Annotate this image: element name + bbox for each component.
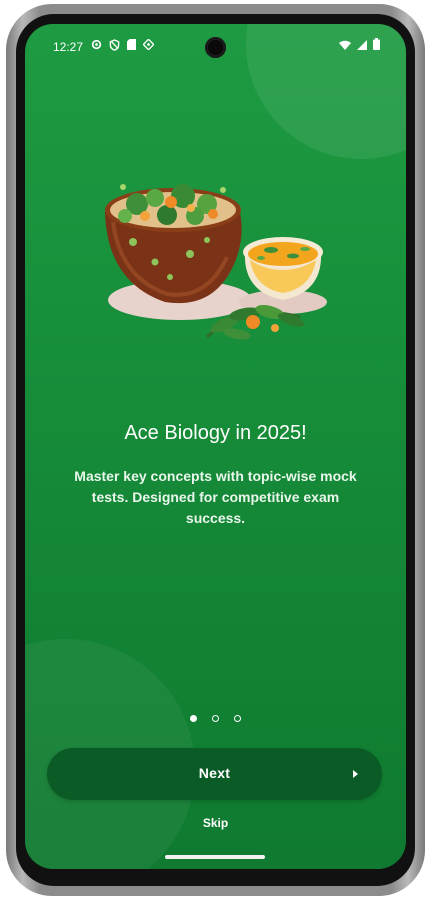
- page-dot[interactable]: [190, 715, 197, 722]
- wifi-icon: [339, 39, 351, 53]
- front-camera: [205, 37, 226, 58]
- onboarding-title: Ace Biology in 2025!: [124, 422, 307, 444]
- battery-icon: [373, 38, 380, 53]
- signal-icon: [357, 39, 367, 53]
- status-bar: 12:27: [25, 24, 406, 66]
- next-button-label: Next: [198, 765, 231, 781]
- sd-card-icon: [127, 39, 136, 54]
- vpn-icon: [142, 38, 155, 54]
- status-icons-right: [339, 38, 380, 53]
- home-indicator[interactable]: [165, 855, 265, 859]
- status-time: 12:27: [53, 40, 84, 54]
- app-screen: 12:27 Ace Biology in 2025! Master key co…: [25, 24, 406, 869]
- settings-icon: [91, 39, 102, 54]
- chevron-right-icon: [353, 770, 358, 778]
- next-button[interactable]: Next: [47, 748, 382, 800]
- shield-icon: [109, 39, 120, 54]
- herbal-soup-illustration: [105, 184, 327, 340]
- skip-link[interactable]: Skip: [25, 816, 406, 830]
- page-dot[interactable]: [212, 715, 219, 722]
- status-icons-left: [91, 38, 155, 54]
- page-indicator: [25, 715, 406, 722]
- onboarding-description: Master key concepts with topic-wise mock…: [74, 468, 357, 526]
- page-dot[interactable]: [234, 715, 241, 722]
